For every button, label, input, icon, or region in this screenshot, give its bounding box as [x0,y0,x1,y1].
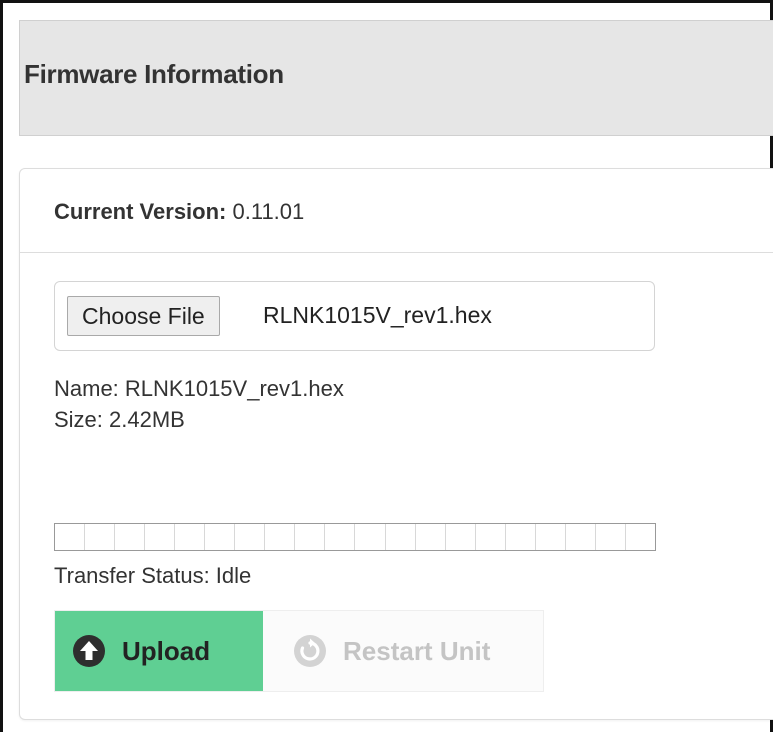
progress-segment [175,524,206,550]
upload-button[interactable]: Upload [55,611,263,691]
progress-segment [265,524,296,550]
transfer-status: Transfer Status: Idle [54,563,252,588]
progress-segment [325,524,356,550]
selected-file-name: RLNK1015V_rev1.hex [263,302,492,328]
progress-segment [235,524,266,550]
progress-segment [355,524,386,550]
current-version-label: Current Version: [54,199,227,224]
card-heading: Current Version: 0.11.01 [20,169,773,253]
restart-unit-button[interactable]: Restart Unit [263,611,543,691]
page-title: Firmware Information [24,59,284,89]
progress-segment [85,524,116,550]
progress-segment [566,524,596,550]
progress-segment [626,524,655,550]
file-input-box[interactable]: Choose File RLNK1015V_rev1.hex [54,281,655,351]
file-info: Name: RLNK1015V_rev1.hex Size: 2.42MB [54,373,344,435]
progress-segment [295,524,326,550]
current-version-value: 0.11.01 [232,199,305,224]
action-button-group: Upload Restart Unit [54,610,544,692]
transfer-progress-bar [54,523,656,551]
progress-segment [55,524,86,550]
upload-label: Upload [122,635,211,666]
current-version: Current Version: 0.11.01 [54,199,304,225]
file-name-line: Name: RLNK1015V_rev1.hex [54,376,344,401]
progress-segment [416,524,446,550]
restart-unit-label: Restart Unit [343,635,491,666]
progress-segment [205,524,236,550]
arrow-up-circle-icon [73,635,105,667]
progress-segment [115,524,146,550]
progress-segment [506,524,536,550]
progress-segment [145,524,176,550]
progress-segment [536,524,566,550]
progress-segment [596,524,626,550]
progress-segment [386,524,416,550]
firmware-header-panel: Firmware Information [19,20,773,136]
refresh-circle-icon [294,635,326,667]
choose-file-button[interactable]: Choose File [67,296,220,336]
firmware-card: Current Version: 0.11.01 Choose File RLN… [19,168,773,720]
file-size-line: Size: 2.42MB [54,407,185,432]
progress-segment [446,524,476,550]
progress-segment [476,524,506,550]
progress-segments [55,524,655,550]
